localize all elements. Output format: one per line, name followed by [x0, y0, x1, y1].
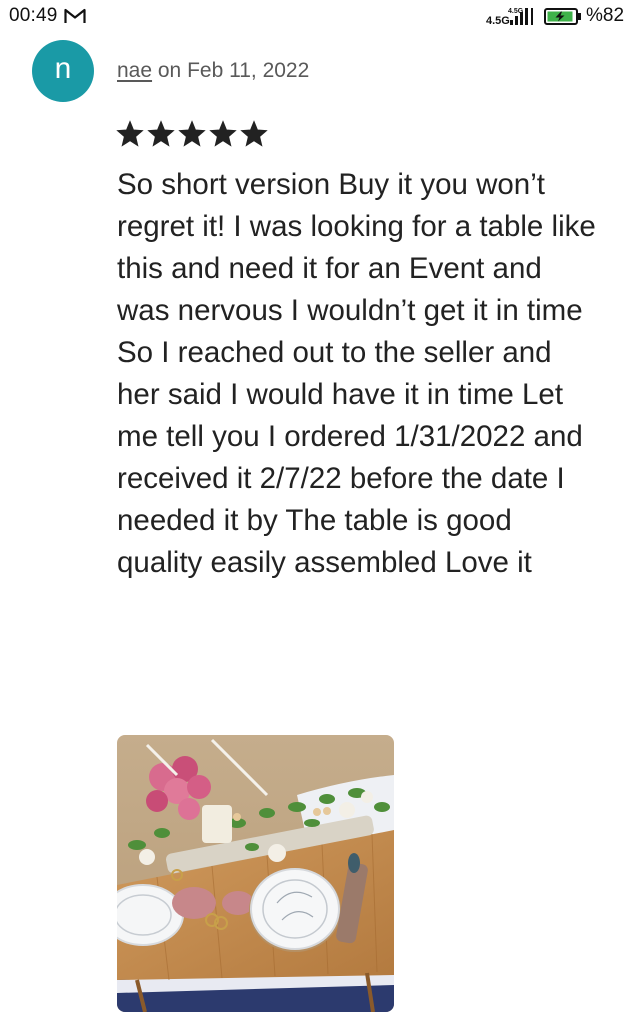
star-icon	[240, 120, 268, 147]
status-time: 00:49	[9, 5, 58, 26]
gmail-icon	[64, 8, 86, 23]
star-icon	[116, 120, 144, 147]
review-byline: nae on Feb 11, 2022	[117, 59, 309, 83]
star-icon	[209, 120, 237, 147]
author-link[interactable]: nae	[117, 59, 152, 82]
battery-charging-icon	[544, 8, 581, 25]
rating-stars	[116, 116, 276, 152]
star-icon	[178, 120, 206, 147]
review-photo[interactable]	[117, 735, 394, 1012]
status-bar: 00:49 4.5G 4.5G %82	[0, 0, 631, 34]
star-icon	[147, 120, 175, 147]
review-date: on Feb 11, 2022	[152, 59, 310, 82]
review-text: So short version Buy it you won’t regret…	[117, 168, 596, 579]
svg-text:4.5G: 4.5G	[486, 15, 510, 27]
battery-percentage: %82	[586, 5, 625, 26]
avatar[interactable]: n	[32, 40, 94, 102]
network-signal-icon: 4.5G 4.5G	[486, 8, 533, 27]
review-photo-image	[117, 735, 394, 1012]
